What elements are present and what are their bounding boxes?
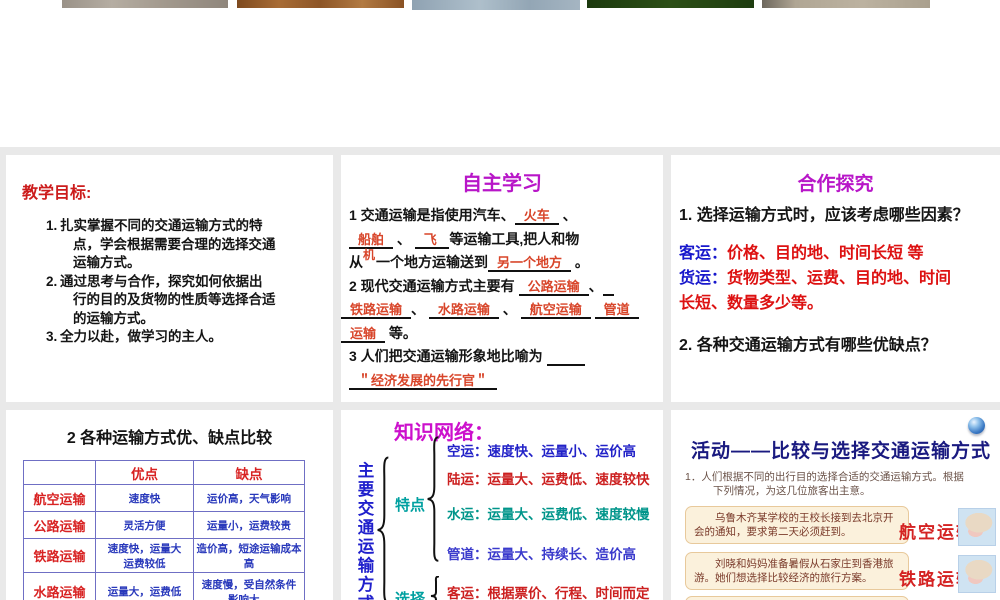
brace-main bbox=[375, 456, 391, 600]
branch-feature: 特点 bbox=[395, 497, 426, 514]
goal-item: 1. 扎实掌握不同的交通运输方式的特 点，学会根据需要合理的选择交通 运输方式。 bbox=[46, 218, 276, 270]
network-item-pipeline: 管道：运量大、持续长、造价高 bbox=[447, 547, 636, 562]
table-row: 水路运输 运量大，运费低 速度慢，受自然条件 影响大。 bbox=[23, 572, 305, 600]
network-item-water: 水运：运量大、运费低、速度较慢 bbox=[447, 507, 650, 522]
table-row: 公路运输 灵活方便 运量小，运费较贵 bbox=[23, 511, 305, 539]
network-item-land: 陆运：运量大、运费低、速度较快 bbox=[447, 472, 650, 487]
slide-self-study[interactable]: 自主学习 1 交通运输是指使用汽车、 火车 、 船舶 、 飞 等运输工具,把人和物… bbox=[341, 155, 663, 402]
network-item-passenger: 客运：根据票价、行程、时间而定 bbox=[447, 586, 650, 600]
question-1: 1. 选择运输方式时，应该考虑哪些因素？ bbox=[679, 207, 969, 224]
slide-knowledge-network[interactable]: 知识网络： 主要交通运输方式 特点 空运：速度快、运量小、运价高 陆运：运量大、… bbox=[341, 410, 663, 600]
slide-comparison-table[interactable]: 2 各种运输方式优、缺点比较 优点 缺点 航空运输 速度快 运价高，天气影响 公… bbox=[6, 410, 333, 600]
activity-instructions: 1．人们根据不同的出行目的选择合适的交通运输方式。根据 下列情况，为这几位旅客出主… bbox=[685, 471, 964, 497]
slide-title: 2 各种运输方式优、缺点比较 bbox=[66, 430, 273, 447]
slide-activity[interactable]: 活动——比较与选择交通运输方式 1．人们根据不同的出行目的选择合适的交通运输方式… bbox=[671, 410, 1000, 600]
slide-title: 活动——比较与选择交通运输方式 bbox=[691, 441, 992, 462]
case-card-2: 刘晓和妈妈准备暑假从石家庄到香港旅游。她们想选择比较经济的旅行方案。 bbox=[685, 552, 909, 590]
photo-strip-1 bbox=[62, 0, 228, 8]
photo-strip-3 bbox=[412, 0, 580, 10]
slide-sorter-page: 教学目标: 1. 扎实掌握不同的交通运输方式的特 点，学会根据需要合理的选择交通运… bbox=[0, 0, 1000, 600]
case-card-1: 乌鲁木齐某学校的王校长接到去北京开会的通知，要求第二天必须赶到。 bbox=[685, 506, 909, 544]
slide-title: 教学目标: bbox=[22, 185, 92, 202]
slide-teaching-goals[interactable]: 教学目标: 1. 扎实掌握不同的交通运输方式的特 点，学会根据需要合理的选择交通运… bbox=[6, 155, 333, 402]
goal-item: 3. 全力以赴，做学习的主人。 bbox=[46, 329, 222, 344]
photo-strip-5 bbox=[762, 0, 930, 8]
col-header-cons: 缺点 bbox=[193, 460, 305, 485]
brace-feature bbox=[425, 436, 441, 562]
china-map-thumbnail-1 bbox=[958, 508, 996, 546]
table-row: 航空运输 速度快 运价高，天气影响 bbox=[23, 484, 305, 512]
transport-comparison-table: 优点 缺点 航空运输 速度快 运价高，天气影响 公路运输 灵活方便 运量小，运费… bbox=[23, 460, 305, 600]
case-card-3-clipped bbox=[685, 596, 909, 600]
slide-title: 自主学习 bbox=[462, 173, 542, 195]
passenger-factors: 客运：价格、目的地、时间长短 等 bbox=[679, 245, 924, 262]
brace-select bbox=[429, 576, 441, 600]
freight-factors-cont: 长短、数量多少等。 bbox=[679, 295, 824, 312]
china-map-thumbnail-2 bbox=[958, 555, 996, 593]
table-row: 铁路运输 速度快，运量大 运费较低 造价高，短途运输成本高 bbox=[23, 538, 305, 573]
photo-strip-4 bbox=[587, 0, 754, 8]
globe-icon bbox=[968, 417, 985, 434]
photo-strip-2 bbox=[237, 0, 404, 8]
freight-factors: 货运：货物类型、运费、目的地、时间 bbox=[679, 270, 952, 287]
slide-cooperative-inquiry[interactable]: 合作探究 1. 选择运输方式时，应该考虑哪些因素？ 客运：价格、目的地、时间长短… bbox=[671, 155, 1000, 402]
fill-in-blank-text: 1 交通运输是指使用汽车、 火车 、 船舶 、 飞 等运输工具,把人和物 从机一个… bbox=[341, 205, 661, 393]
col-header-pros: 优点 bbox=[95, 460, 194, 485]
network-item-air: 空运：速度快、运量小、运价高 bbox=[447, 444, 636, 459]
goal-list: 1. 扎实掌握不同的交通运输方式的特 点，学会根据需要合理的选择交通 运输方式。 2… bbox=[6, 217, 326, 347]
goal-item: 2. 通过思考与合作，探究如何依据出 行的目的及货物的性质等选择合适 的运输方式。 bbox=[46, 273, 276, 326]
stem-vertical-label: 主要交通运输方式 bbox=[357, 462, 375, 600]
branch-select: 选择 bbox=[395, 591, 426, 600]
question-2: 2. 各种交通运输方式有哪些优缺点？ bbox=[679, 337, 937, 354]
slide-title: 合作探究 bbox=[797, 174, 874, 195]
